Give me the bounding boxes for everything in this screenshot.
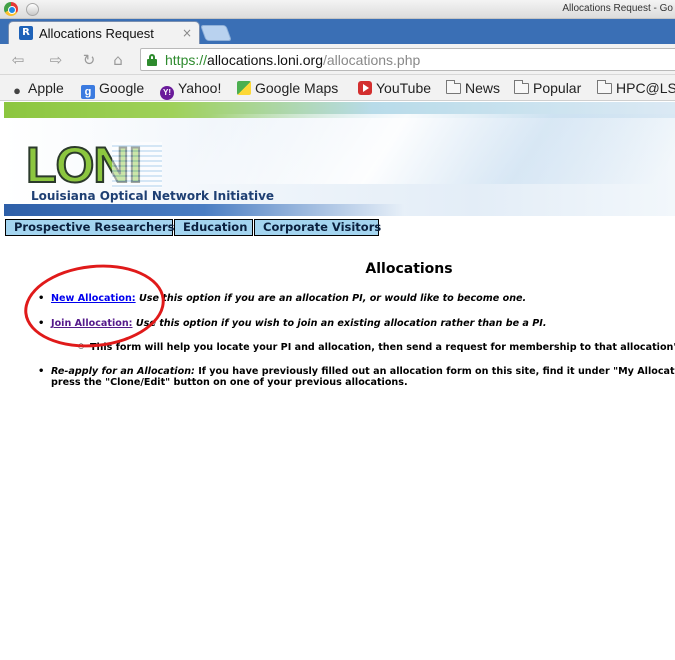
- youtube-icon: [358, 81, 372, 95]
- bookmark-folder-popular[interactable]: Popular: [514, 80, 581, 96]
- home-icon[interactable]: ⌂: [108, 50, 128, 70]
- yahoo-icon: Y!: [160, 86, 174, 100]
- lock-icon: [147, 54, 157, 66]
- join-allocation-description: Use this option if you wish to join an e…: [132, 318, 547, 329]
- window-titlebar: Allocations Request - Go: [0, 0, 675, 19]
- loni-favicon-icon: R: [19, 26, 33, 40]
- banner-bottom-stripe: [4, 204, 404, 216]
- top-navigation: Prospective Researchers Education Corporat…: [5, 219, 381, 236]
- new-tab-button[interactable]: [200, 25, 232, 41]
- bookmark-label: Popular: [533, 80, 582, 96]
- apple-icon: ●: [13, 83, 21, 98]
- bookmark-google[interactable]: g Google: [81, 80, 144, 99]
- bookmark-label: Google: [99, 80, 145, 96]
- bookmark-youtube[interactable]: YouTube: [358, 80, 431, 96]
- bookmark-label: Google Maps: [255, 80, 339, 96]
- url-text[interactable]: https://allocations.loni.org/allocations…: [165, 52, 420, 68]
- window-minimize-button[interactable]: [26, 3, 39, 16]
- bookmark-label: News: [465, 80, 501, 96]
- folder-icon: [597, 80, 612, 94]
- google-icon: g: [81, 85, 95, 99]
- loni-banner: LONI Louisiana Optical Network Initiativ…: [4, 102, 675, 216]
- url-scheme: https://: [165, 52, 208, 68]
- tab-allocations-request[interactable]: R Allocations Request ×: [8, 21, 200, 44]
- folder-icon: [514, 80, 529, 94]
- new-allocation-link[interactable]: New Allocation:: [51, 293, 136, 304]
- url-host: allocations.loni.org: [207, 52, 323, 68]
- page-content: LONI Louisiana Optical Network Initiativ…: [0, 102, 675, 660]
- sub-bullet: ○: [78, 342, 85, 350]
- bullet: •: [38, 366, 45, 377]
- address-bar[interactable]: https://allocations.loni.org/allocations…: [140, 48, 675, 71]
- chrome-logo-icon: [4, 2, 18, 16]
- bookmark-apple[interactable]: ● Apple: [10, 80, 64, 98]
- banner-light-streak: [177, 114, 675, 184]
- bookmark-yahoo[interactable]: Y! Yahoo!: [160, 80, 221, 100]
- new-allocation-description: Use this option if you are an allocation…: [135, 293, 527, 304]
- url-path: /allocations.php: [323, 52, 421, 68]
- nav-prospective-researchers[interactable]: Prospective Researchers: [5, 219, 174, 236]
- bullet: •: [38, 293, 45, 304]
- nav-corporate-visitors[interactable]: Corporate Visitors: [254, 219, 381, 236]
- bookmark-label: HPC@LSU: [616, 80, 675, 96]
- window-title: Allocations Request - Go: [562, 3, 673, 14]
- bookmark-label: Apple: [28, 80, 64, 96]
- logo-subtitle: Louisiana Optical Network Initiative: [31, 189, 275, 203]
- forward-arrow-icon[interactable]: ⇨: [46, 50, 66, 70]
- bookmark-label: Yahoo!: [178, 80, 222, 96]
- folder-icon: [446, 80, 461, 94]
- tab-title: Allocations Request: [39, 26, 154, 41]
- bookmarks-bar: ● Apple g Google Y! Yahoo! Google Maps YouT…: [0, 75, 675, 101]
- back-arrow-icon[interactable]: ⇦: [8, 50, 28, 70]
- join-help-text: This form will help you locate your PI a…: [90, 342, 675, 353]
- bookmark-folder-hpc[interactable]: HPC@LSU: [597, 80, 675, 96]
- nav-education[interactable]: Education: [174, 219, 253, 236]
- tab-strip: R Allocations Request ×: [0, 19, 675, 44]
- page-title: Allocations: [365, 261, 453, 277]
- close-tab-icon[interactable]: ×: [182, 26, 192, 40]
- reapply-description-line2: press the "Clone/Edit" button on one of …: [51, 377, 408, 388]
- logo-scanlines: [112, 142, 162, 188]
- bookmark-folder-news[interactable]: News: [446, 80, 500, 96]
- bookmark-google-maps[interactable]: Google Maps: [237, 80, 338, 96]
- maps-icon: [237, 81, 251, 95]
- reload-icon[interactable]: ↻: [79, 50, 99, 70]
- bookmark-label: YouTube: [376, 80, 432, 96]
- bullet: •: [38, 318, 45, 329]
- browser-toolbar: ⇦ ⇨ ↻ ⌂ https://allocations.loni.org/all…: [0, 44, 675, 75]
- reapply-label: Re-apply for an Allocation:: [51, 366, 195, 377]
- reapply-description: If you have previously filled out an all…: [194, 366, 675, 377]
- join-allocation-link[interactable]: Join Allocation:: [51, 318, 133, 329]
